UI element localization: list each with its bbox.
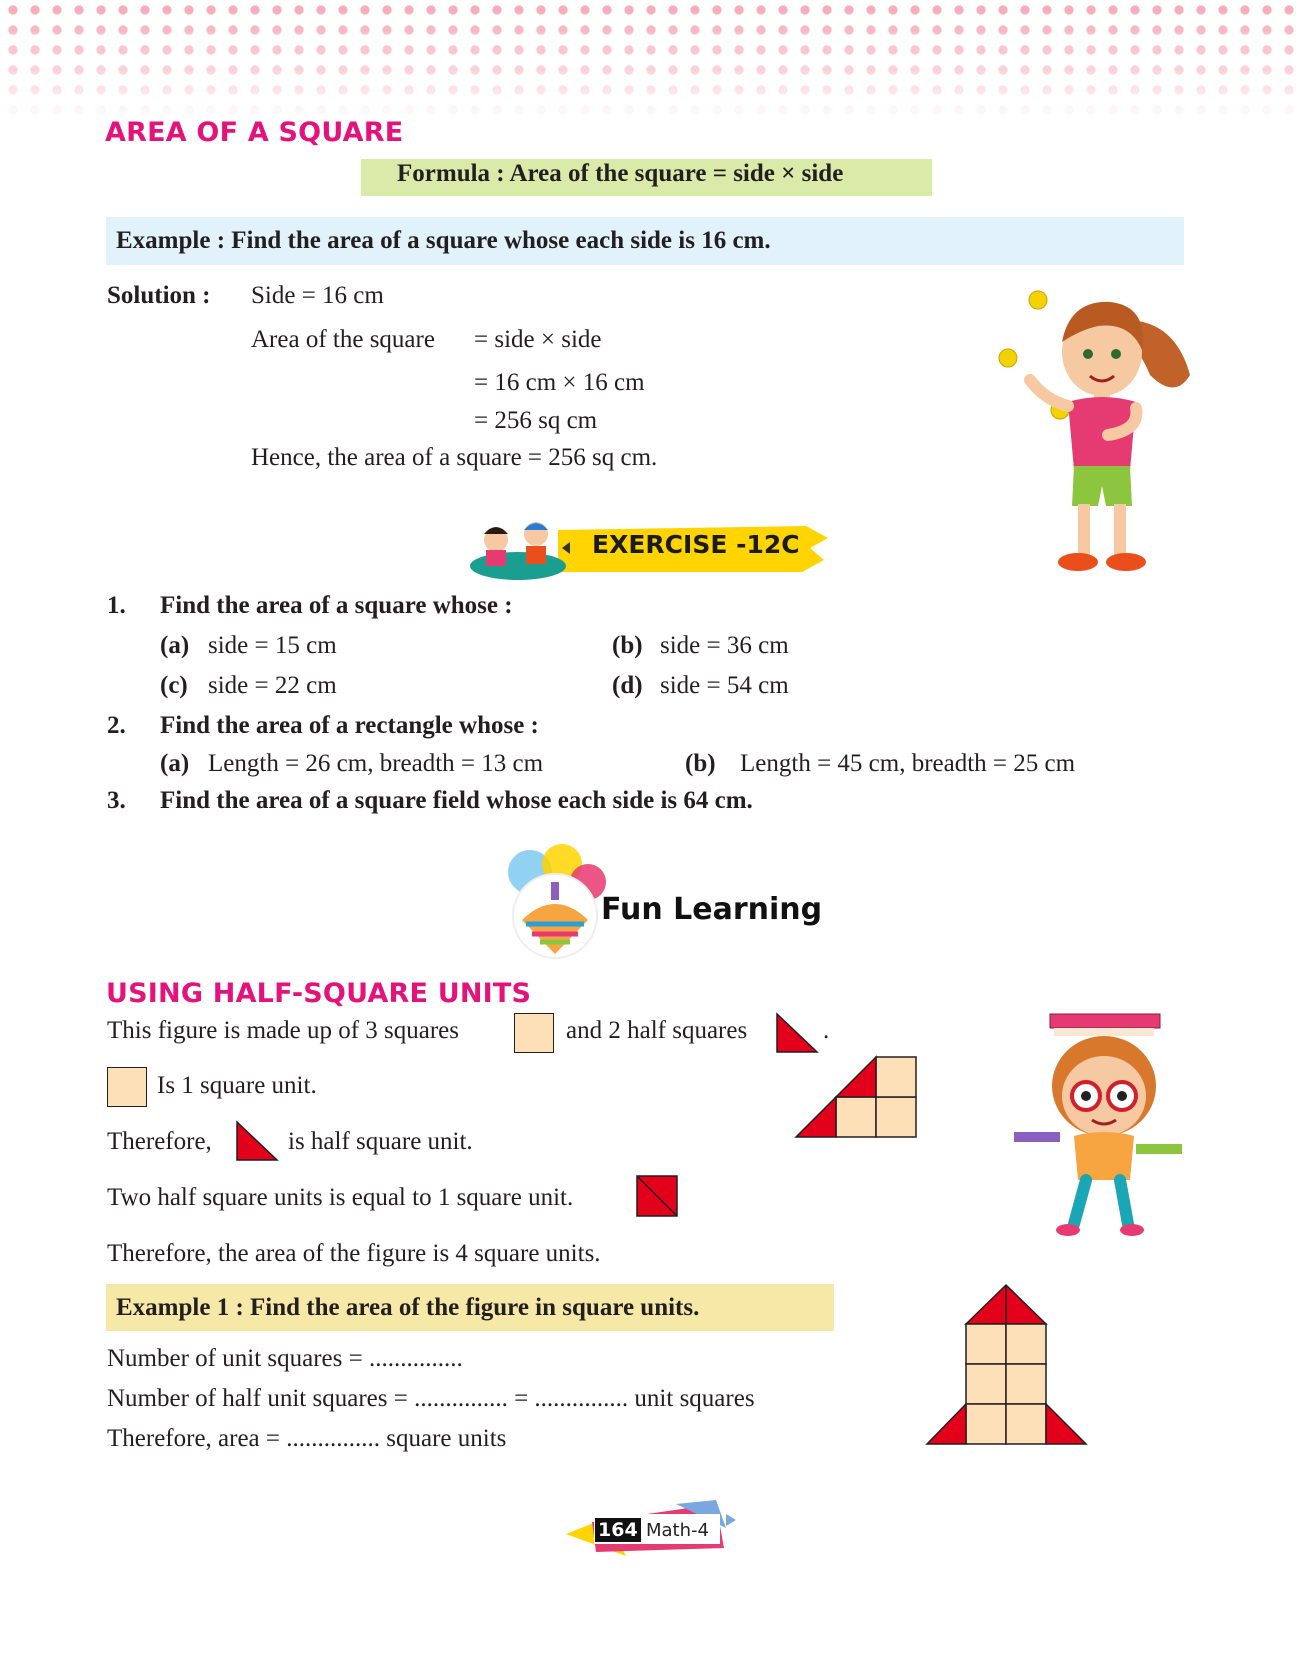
half-square-triangle-icon [776,1012,819,1053]
answer-line-area: Therefore, area = ............... square… [107,1425,507,1452]
answer-line-half-squares: Number of half unit squares = ..........… [107,1385,755,1412]
book-name: Math-4 [646,1520,709,1541]
q2-part-a-text: Length = 26 cm, breadth = 13 cm [208,750,544,777]
solution-line-step3: = 256 sq cm [474,407,598,434]
q1-part-b-label: (b) [612,632,643,659]
page-number: 164 [595,1518,641,1542]
solution-conclusion: Hence, the area of a square = 256 sq cm. [251,444,658,471]
figure-area-text: Therefore, the area of the figure is 4 s… [107,1240,601,1267]
half-square-staircase-figure [794,1055,917,1138]
solution-line-step2: = 16 cm × 16 cm [474,369,645,396]
question-2-text: Find the area of a rectangle whose : [160,712,539,739]
section-title-half-square-units: USING HALF-SQUARE UNITS [106,978,532,1009]
half-square-triangle-icon-2 [236,1120,279,1161]
q1-part-b-text: side = 36 cm [660,632,789,659]
q2-part-b-text: Length = 45 cm, breadth = 25 cm [740,750,1076,777]
solution-line-side: Side = 16 cm [251,282,384,309]
q1-part-d-label: (d) [612,672,643,699]
section-title-area-of-square: AREA OF A SQUARE [105,117,404,148]
question-3-text: Find the area of a square field whose ea… [160,787,753,814]
spinning-top-icon [508,844,606,959]
example-1-figure [925,1283,1088,1445]
formula-text: Formula : Area of the square = side × si… [397,160,844,187]
q1-part-a-text: side = 15 cm [208,632,337,659]
question-2-number: 2. [107,712,126,739]
q1-part-c-label: (c) [160,672,188,699]
answer-line-unit-squares: Number of unit squares = ............... [107,1345,463,1372]
two-halves-text: Two half square units is equal to 1 squa… [107,1184,574,1211]
half-square-intro-a: This figure is made up of 3 squares [107,1017,460,1044]
dotted-header-pattern [0,0,1296,120]
q2-part-a-label: (a) [160,750,190,777]
solution-line-area-label: Area of the square [251,326,435,353]
q1-part-d-text: side = 54 cm [660,672,789,699]
example-1-text: Example 1 : Find the area of the figure … [116,1294,700,1321]
unit-square-icon-2 [107,1067,147,1107]
q1-part-c-text: side = 22 cm [208,672,337,699]
one-square-unit-text: Is 1 square unit. [157,1072,317,1099]
therefore-half-a: Therefore, [107,1128,212,1155]
q1-part-a-label: (a) [160,632,190,659]
fun-learning-label: Fun Learning [601,892,823,927]
question-3-number: 3. [107,787,126,814]
solution-label: Solution : [107,282,211,309]
question-1-number: 1. [107,592,126,619]
boy-with-books-illustration [1014,1013,1182,1236]
two-halves-square-icon [636,1175,678,1217]
q2-part-b-label: (b) [685,750,716,777]
half-square-intro-b: and 2 half squares [566,1017,748,1044]
solution-line-step1: = side × side [474,326,602,353]
therefore-half-b: is half square unit. [288,1128,473,1155]
unit-square-icon [514,1013,554,1053]
half-square-intro-c: . [823,1017,830,1044]
exercise-banner-label: EXERCISE -12C [592,530,800,559]
question-1-text: Find the area of a square whose : [160,592,513,619]
juggling-girl-illustration [998,290,1190,571]
example-text: Example : Find the area of a square whos… [116,227,771,254]
